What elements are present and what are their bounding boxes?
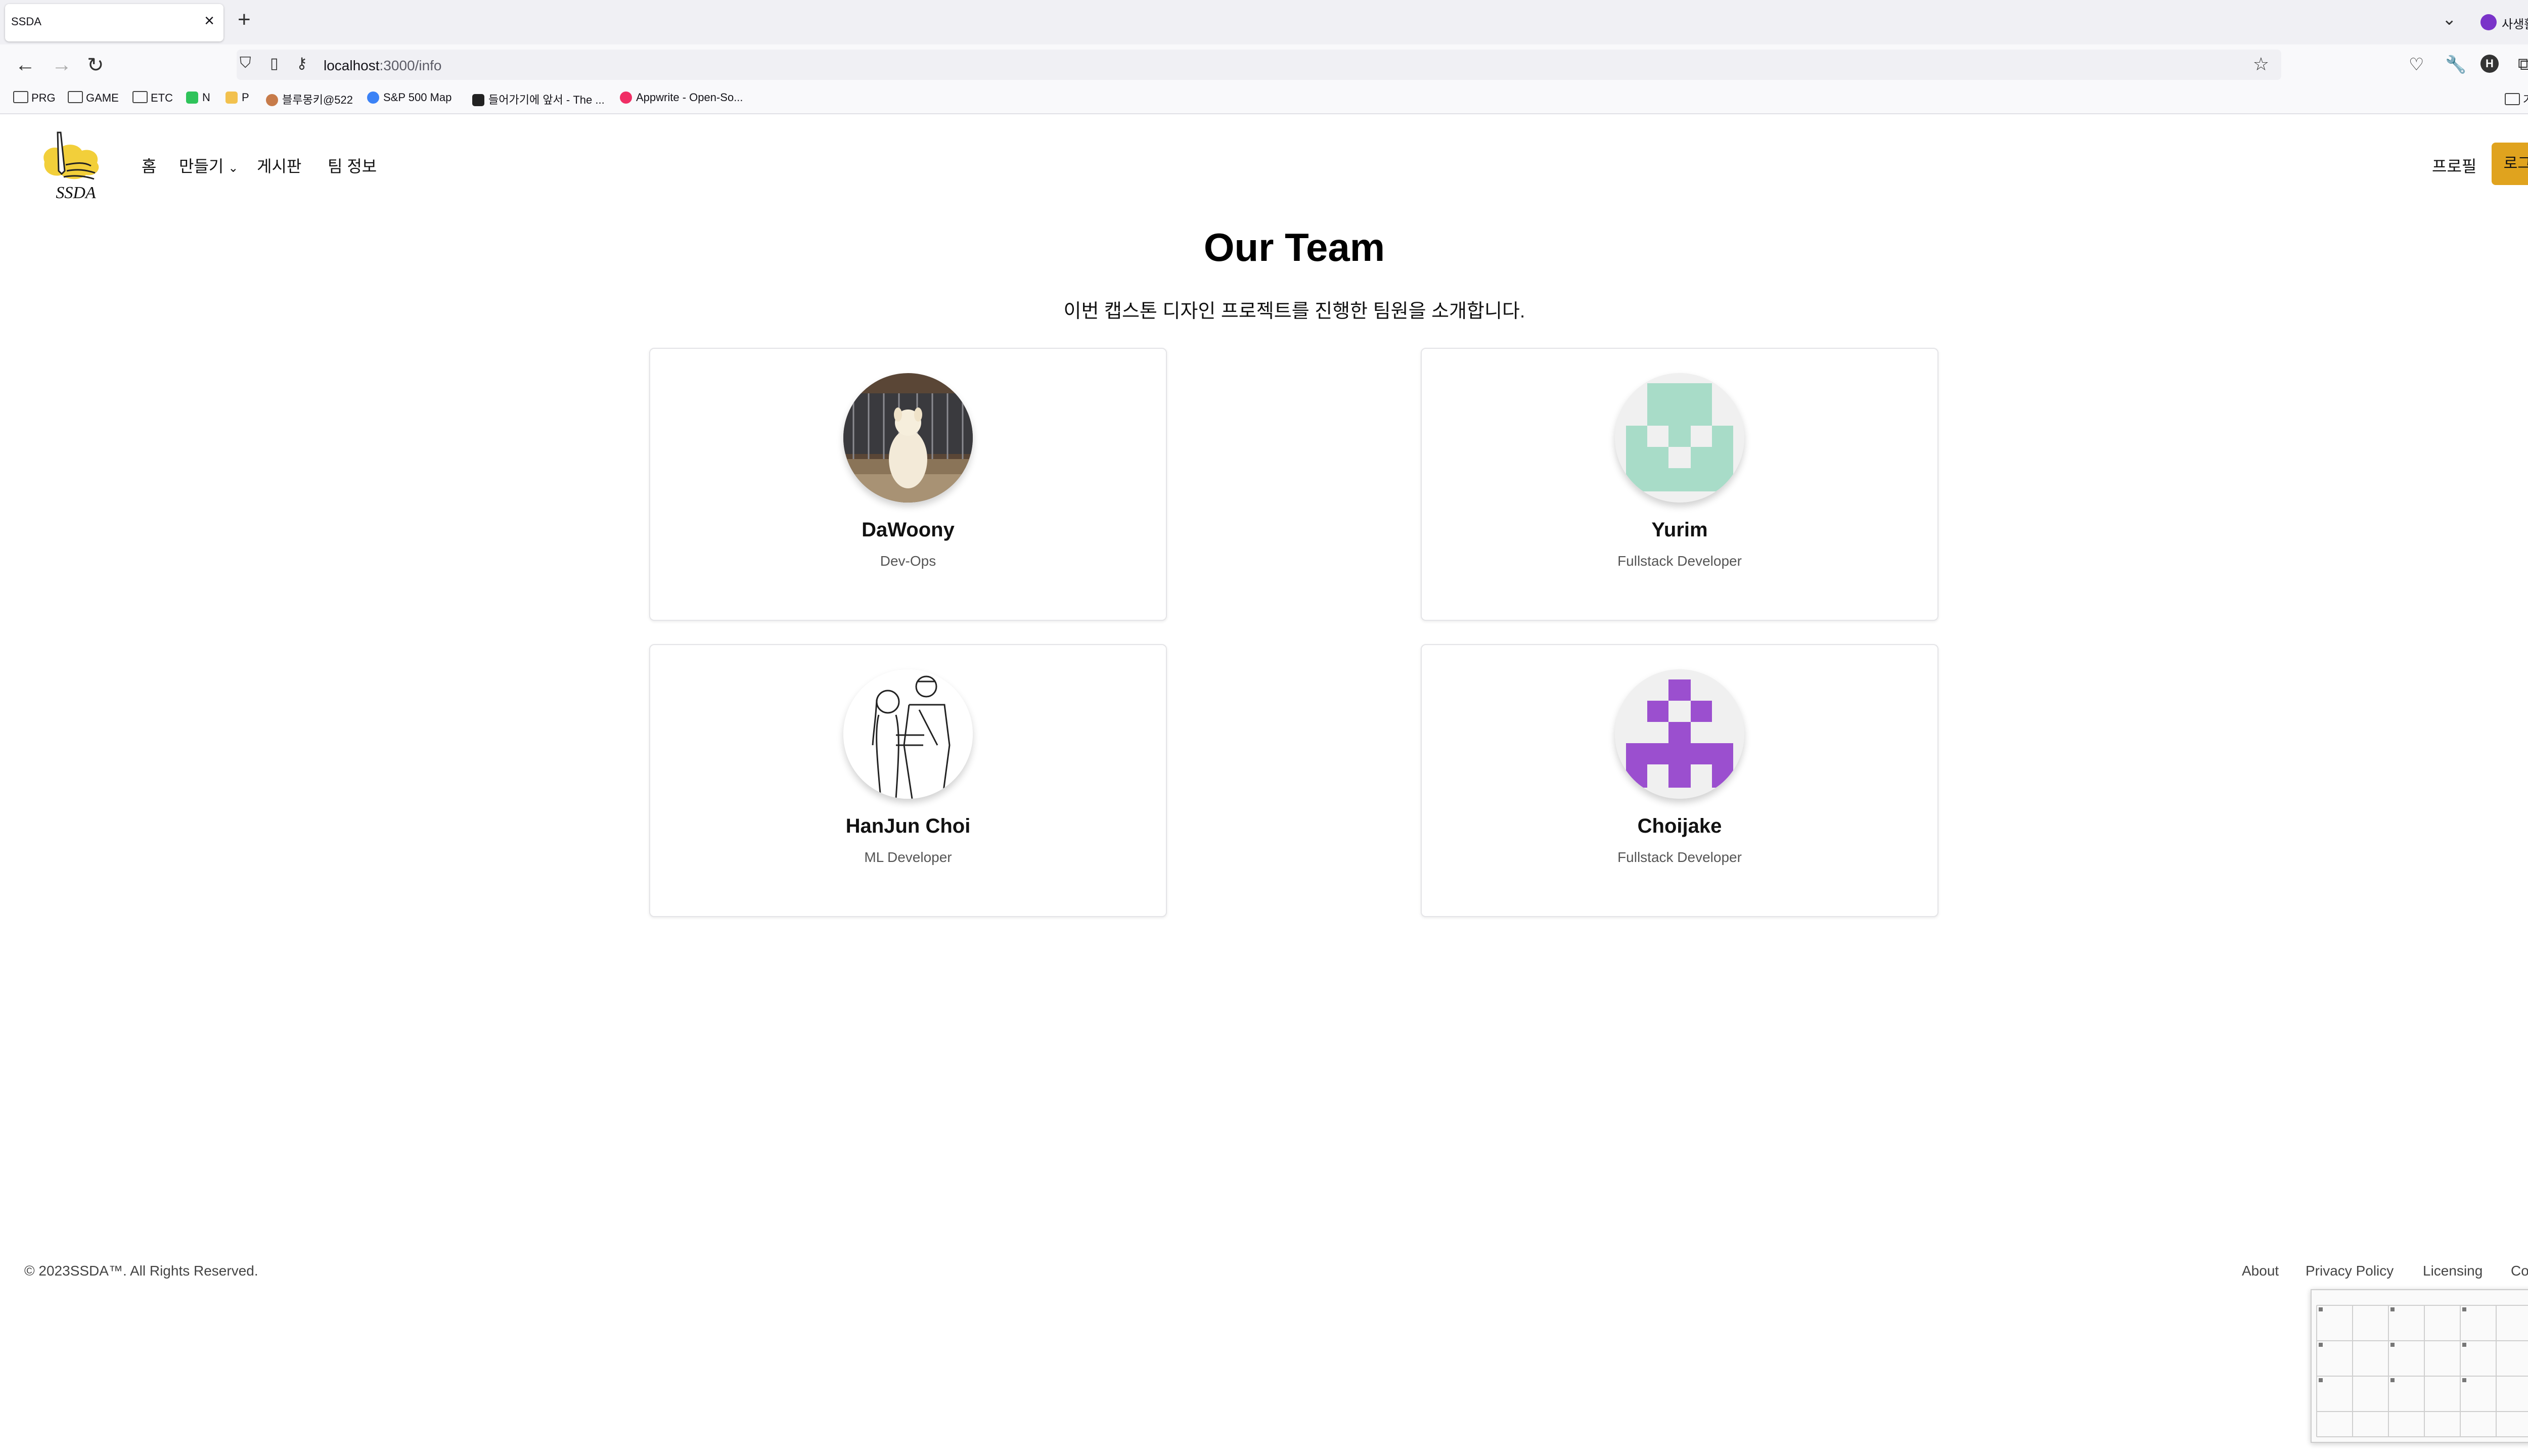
member-role: ML Developer bbox=[864, 849, 952, 865]
dog-photo-image bbox=[843, 373, 973, 503]
nav-home[interactable]: 홈 bbox=[142, 154, 156, 177]
bookmark-p[interactable]: P bbox=[225, 91, 249, 104]
folder-icon bbox=[13, 91, 28, 103]
avatar-hanjun-choi bbox=[843, 669, 973, 799]
bookmark-intro[interactable]: 들어가기에 앞서 - The ... bbox=[472, 91, 605, 107]
bookmark-n[interactable]: N bbox=[186, 91, 210, 104]
bookmark-appwrite[interactable]: Appwrite - Open-So... bbox=[620, 91, 743, 104]
bookmark-folder-game[interactable]: GAME bbox=[68, 91, 119, 105]
folder-icon bbox=[132, 91, 148, 103]
logout-button[interactable]: 로그아웃 bbox=[2492, 143, 2528, 185]
private-mode-label: 사생활 보호 모드 bbox=[2502, 18, 2528, 31]
member-role: Fullstack Developer bbox=[1617, 553, 1742, 569]
pocket-icon[interactable]: ♡ bbox=[2409, 55, 2424, 75]
shield-icon[interactable]: ⛉ bbox=[240, 55, 251, 72]
footer-copyright: © 2023SSDA™. All Rights Reserved. bbox=[24, 1263, 258, 1279]
browser-toolbar: ← → ↻ ⛉ ▯ ⚷ localhost:3000/info ☆ ♡ 🔧 H … bbox=[0, 44, 2528, 85]
other-bookmarks[interactable]: 기타 북마크 bbox=[2505, 91, 2528, 107]
screenshot-thumbnail[interactable] bbox=[2311, 1289, 2528, 1443]
key-icon[interactable]: ⚷ bbox=[296, 55, 307, 72]
forward-icon[interactable]: → bbox=[52, 54, 72, 76]
tab-title: SSDA bbox=[11, 15, 41, 28]
page-title: Our Team bbox=[1203, 225, 1385, 269]
list-tabs-chevron-icon[interactable]: ⌄ bbox=[2442, 9, 2457, 29]
logo-text: SSDA bbox=[56, 184, 96, 202]
ssda-logo[interactable]: SSDA bbox=[35, 122, 116, 203]
nav-create-label: 만들기 bbox=[179, 157, 224, 175]
page-info-icon[interactable]: ▯ bbox=[270, 55, 279, 72]
new-tab-icon[interactable]: + bbox=[238, 7, 251, 32]
globe-favicon-icon bbox=[367, 92, 379, 104]
nav-team-info[interactable]: 팀 정보 bbox=[328, 154, 377, 177]
member-name: Yurim bbox=[1651, 519, 1708, 541]
url-path: :3000/info bbox=[379, 58, 442, 73]
nav-create[interactable]: 만들기 ⌄ bbox=[179, 154, 238, 177]
page-subtitle: 이번 캡스톤 디자인 프로젝트를 진행한 팀원을 소개합니다. bbox=[1063, 301, 1525, 322]
site-header: SSDA 홈 만들기 ⌄ 게시판 팀 정보 프로필 로그아웃 bbox=[0, 114, 2528, 215]
member-role: Dev-Ops bbox=[880, 553, 936, 569]
nav-board[interactable]: 게시판 bbox=[257, 154, 301, 177]
url-text[interactable]: localhost:3000/info bbox=[324, 58, 442, 74]
chevron-down-icon: ⌄ bbox=[228, 161, 239, 175]
team-card-hanjun-choi: HanJun Choi ML Developer bbox=[649, 644, 1167, 917]
bookmark-star-icon[interactable]: ☆ bbox=[2253, 54, 2269, 75]
footer-link-contact[interactable]: Contact bbox=[2511, 1263, 2528, 1279]
bookmarks-bar: PRG GAME ETC N P 블루몽키@522 S&P 500 Map 들어… bbox=[0, 85, 2528, 114]
identicon-image bbox=[1615, 373, 1744, 503]
address-bar[interactable]: ⛉ ▯ ⚷ localhost:3000/info ☆ bbox=[237, 50, 2281, 80]
member-name: DaWoony bbox=[862, 519, 955, 541]
book-favicon-icon bbox=[472, 94, 484, 106]
footer-link-privacy[interactable]: Privacy Policy bbox=[2306, 1263, 2394, 1279]
account-avatar[interactable]: H bbox=[2480, 55, 2499, 73]
monkey-favicon-icon bbox=[266, 94, 278, 106]
url-host: localhost bbox=[324, 58, 380, 73]
bookmark-folder-etc[interactable]: ETC bbox=[132, 91, 173, 105]
appwrite-favicon-icon bbox=[620, 92, 632, 104]
footer-link-licensing[interactable]: Licensing bbox=[2423, 1263, 2482, 1279]
team-card-yurim: Yurim Fullstack Developer bbox=[1421, 348, 1938, 621]
member-role: Fullstack Developer bbox=[1617, 849, 1742, 865]
extensions-icon[interactable]: ⧉ bbox=[2518, 55, 2528, 74]
wrench-icon[interactable]: 🔧 bbox=[2445, 55, 2466, 75]
folder-icon bbox=[68, 91, 83, 103]
browser-tab[interactable]: SSDA × bbox=[5, 4, 223, 41]
avatar-choijake bbox=[1615, 669, 1744, 799]
folder-icon bbox=[2505, 93, 2520, 105]
bookmark-bluemonkey[interactable]: 블루몽키@522 bbox=[266, 91, 353, 107]
team-card-choijake: Choijake Fullstack Developer bbox=[1421, 644, 1938, 917]
back-icon[interactable]: ← bbox=[15, 54, 35, 76]
team-card-dawoony: DaWoony Dev-Ops bbox=[649, 348, 1167, 621]
bookmark-folder-prg[interactable]: PRG bbox=[13, 91, 56, 105]
calendar-thumbnail-image bbox=[2312, 1290, 2528, 1442]
member-name: Choijake bbox=[1637, 815, 1722, 837]
bookmark-sp500-map[interactable]: S&P 500 Map bbox=[367, 91, 452, 104]
naver-favicon-icon bbox=[186, 92, 198, 104]
reload-icon[interactable]: ↻ bbox=[87, 54, 104, 77]
browser-tab-strip: SSDA × + ⌄ 사생활 보호 모드 bbox=[0, 0, 2528, 44]
private-mode-icon bbox=[2480, 14, 2497, 30]
line-drawing-couple-image bbox=[843, 669, 973, 799]
footer-link-about[interactable]: About bbox=[2242, 1263, 2279, 1279]
avatar-dawoony bbox=[843, 373, 973, 503]
identicon-image bbox=[1615, 669, 1744, 799]
profile-link[interactable]: 프로필 bbox=[2432, 154, 2476, 177]
close-tab-icon[interactable]: × bbox=[204, 11, 214, 31]
avatar-yurim bbox=[1615, 373, 1744, 503]
p-favicon-icon bbox=[225, 92, 238, 104]
member-name: HanJun Choi bbox=[845, 815, 971, 837]
